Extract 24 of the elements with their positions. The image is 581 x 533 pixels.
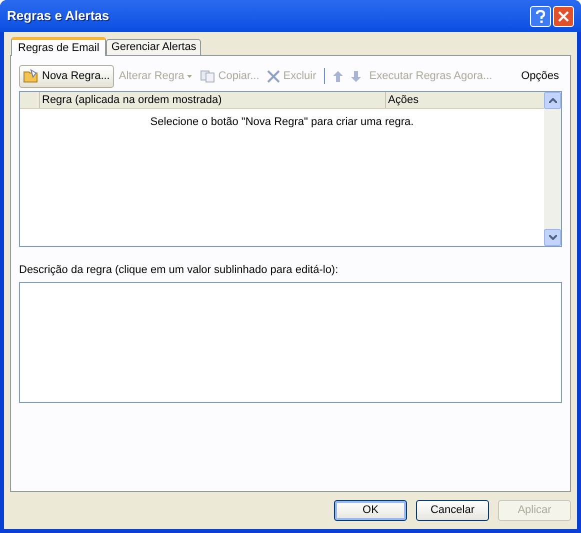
- toolbar-button[interactable]: Opções: [518, 64, 562, 88]
- tab[interactable]: Regras de Email: [11, 37, 106, 56]
- down-arrow-icon: [351, 70, 362, 82]
- description-label: Descrição da regra (clique em um valor sublinhado para editá-lo):: [19, 263, 340, 278]
- empty-list-message: Selecione o botão "Nova Regra" para criar uma regra.: [149, 115, 415, 130]
- close-icon: [558, 10, 569, 22]
- copy-icon: [200, 70, 216, 82]
- tab[interactable]: Gerenciar Alertas: [106, 39, 202, 55]
- delete-icon: [267, 70, 280, 82]
- rule-description-box[interactable]: [19, 282, 562, 402]
- scrollbar[interactable]: [544, 92, 561, 246]
- toolbar-button[interactable]: Nova Regra...: [19, 64, 114, 88]
- column-header[interactable]: Regra (aplicada na ordem mostrada): [40, 92, 386, 108]
- help-button[interactable]: [530, 6, 551, 26]
- dialog-button[interactable]: Cancelar: [416, 500, 489, 521]
- up-arrow-icon: [333, 70, 344, 82]
- dialog-button[interactable]: OK: [334, 500, 407, 521]
- caret-icon: [187, 74, 192, 78]
- folder-icon: [23, 69, 39, 83]
- window-title: Regras e Alertas: [7, 7, 110, 26]
- help-icon: [535, 10, 546, 22]
- rules-list[interactable]: Regra (aplicada na ordem mostrada) Ações Selecione o botão "Nova Regra" para criar uma regra.: [19, 91, 562, 247]
- column-header[interactable]: Ações: [386, 92, 544, 108]
- close-button[interactable]: [553, 6, 574, 26]
